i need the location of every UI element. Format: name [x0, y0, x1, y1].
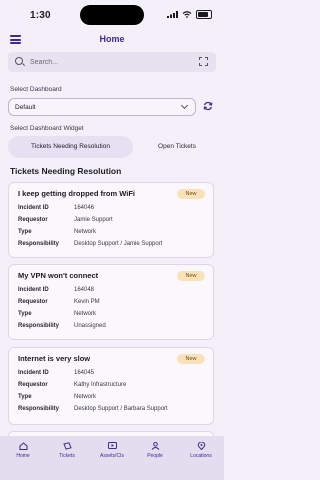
type-value: Network	[74, 229, 97, 235]
section-heading: Tickets Needing Resolution	[10, 166, 122, 176]
nav-people[interactable]: People	[140, 442, 170, 459]
bottom-nav: Home Tickets Assets/CIs People Locations	[0, 436, 224, 480]
home-icon	[19, 442, 27, 450]
nav-tickets[interactable]: Tickets	[52, 442, 82, 459]
dashboard-select-value: Default	[15, 104, 36, 111]
incident-id-value: 164045	[74, 370, 95, 376]
page-title: Home	[99, 34, 125, 44]
status-badge: New	[177, 354, 205, 364]
incident-id-value: 164046	[74, 205, 95, 211]
nav-label: Home	[16, 453, 30, 459]
asset-icon	[107, 442, 117, 449]
field-label: Requestor	[18, 217, 48, 223]
status-bar: 1:30	[0, 0, 224, 28]
tab-open-tickets[interactable]: Open Tickets	[136, 136, 218, 158]
requestor-value: Kathy Infrastructure	[74, 382, 127, 388]
field-label: Responsibility	[18, 406, 60, 412]
status-badge: New	[177, 189, 205, 199]
battery-icon	[196, 10, 212, 19]
search-input[interactable]	[30, 56, 190, 68]
field-label: Incident ID	[18, 370, 49, 376]
field-label: Type	[18, 229, 32, 235]
widget-tabs: Tickets Needing Resolution Open Tickets	[8, 136, 218, 158]
refresh-icon[interactable]	[203, 101, 213, 111]
person-icon	[151, 442, 159, 450]
scan-icon[interactable]	[199, 57, 208, 66]
ticket-title: I keep getting dropped from WiFi	[18, 189, 136, 198]
responsibility-value: Unassigned	[74, 323, 106, 329]
nav-label: Assets/CIs	[100, 453, 124, 459]
status-badge: New	[177, 271, 205, 281]
ticket-title: Internet is very slow	[18, 354, 91, 363]
ticket-title: My VPN won't connect	[18, 271, 99, 280]
field-label: Incident ID	[18, 287, 49, 293]
status-icons	[167, 10, 212, 19]
app-header: Home	[0, 30, 224, 50]
nav-label: Tickets	[59, 453, 75, 459]
type-value: Network	[74, 311, 97, 317]
search-icon	[15, 57, 23, 65]
nav-label: People	[147, 453, 163, 459]
location-icon	[197, 442, 205, 450]
field-label: Type	[18, 394, 32, 400]
dynamic-island	[80, 5, 144, 25]
chevron-down-icon	[180, 101, 189, 110]
field-label: Responsibility	[18, 323, 60, 329]
incident-id-value: 164048	[74, 287, 95, 293]
ticket-card[interactable]: Internet is very slow New Incident ID 16…	[8, 347, 214, 425]
responsibility-value: Desktop Support / Jamie Support	[74, 241, 163, 247]
tab-tickets-needing-resolution[interactable]: Tickets Needing Resolution	[8, 136, 133, 158]
wifi-icon	[182, 11, 192, 18]
select-widget-label: Select Dashboard Widget	[10, 125, 84, 132]
nav-assets[interactable]: Assets/CIs	[93, 442, 131, 459]
select-dashboard-label: Select Dashboard	[10, 86, 62, 93]
nav-locations[interactable]: Locations	[184, 442, 218, 459]
field-label: Responsibility	[18, 241, 60, 247]
nav-home[interactable]: Home	[8, 442, 38, 459]
field-label: Requestor	[18, 382, 48, 388]
requestor-value: Kevin PM	[74, 299, 100, 305]
field-label: Type	[18, 311, 32, 317]
ticket-icon	[62, 442, 72, 450]
type-value: Network	[74, 394, 97, 400]
status-time: 1:30	[30, 10, 51, 21]
dashboard-select[interactable]: Default	[8, 98, 196, 116]
responsibility-value: Desktop Support / Barbara Support	[74, 406, 168, 412]
signal-icon	[167, 11, 178, 18]
field-label: Incident ID	[18, 205, 49, 211]
ticket-card[interactable]: My VPN won't connect New Incident ID 164…	[8, 264, 214, 340]
search-bar	[8, 52, 216, 72]
nav-label: Locations	[190, 453, 212, 459]
requestor-value: Jamie Support	[74, 217, 113, 223]
field-label: Requestor	[18, 299, 48, 305]
ticket-card[interactable]: I keep getting dropped from WiFi New Inc…	[8, 182, 214, 258]
